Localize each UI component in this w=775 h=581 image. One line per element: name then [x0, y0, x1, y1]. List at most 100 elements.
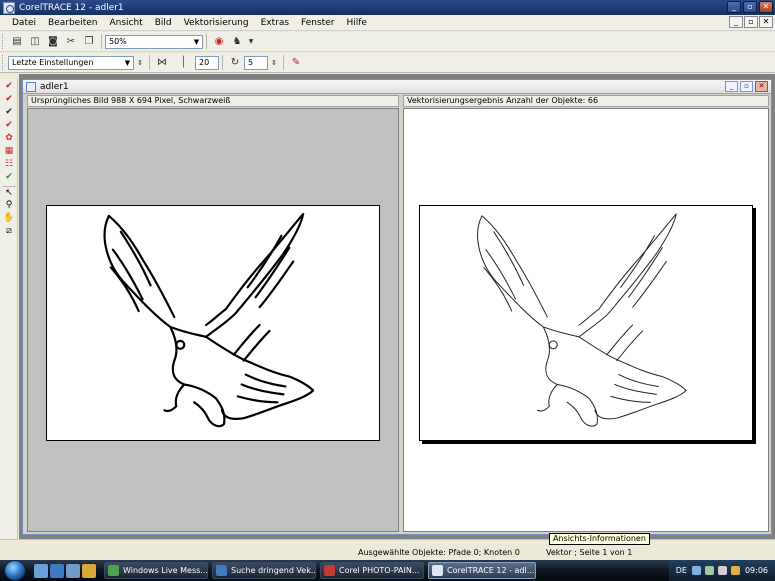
pen-icon[interactable]: ✎	[288, 55, 304, 71]
trace-method-icon[interactable]: ♞	[229, 34, 245, 50]
document-title-bar[interactable]: adler1 _ ▫ ✕	[23, 80, 771, 94]
zoom-select[interactable]: 50% ▼	[105, 34, 203, 49]
doc-minimize-button[interactable]: _	[725, 81, 738, 92]
trace-centerline-icon[interactable]: ✔	[2, 93, 16, 105]
preset-select[interactable]: Letzte Einstellungen ▼	[8, 55, 134, 70]
smoothing-icon[interactable]: ⋈	[154, 55, 170, 71]
iterations-value[interactable]: 5	[244, 55, 268, 70]
menu-bild[interactable]: Bild	[149, 18, 178, 28]
toolbar-grip[interactable]	[2, 55, 5, 70]
standard-toolbar: ▤ ◫ ◙ ✂ ❐ 50% ▼ ◉ ♞ ▼	[0, 32, 775, 52]
minimize-button[interactable]: _	[727, 1, 741, 13]
ie-icon	[216, 565, 227, 576]
vector-result-pane[interactable]	[403, 108, 769, 532]
mail-icon[interactable]	[66, 563, 80, 578]
spin-updown-icon[interactable]: ⇕	[135, 55, 145, 71]
eagle-vector-icon	[477, 213, 687, 427]
menu-datei[interactable]: Datei	[0, 18, 42, 28]
security-icon[interactable]	[730, 566, 740, 575]
zoom-value: 50%	[109, 37, 127, 46]
status-bar: Ausgewählte Objekte: Pfade 0; Knoten 0 V…	[0, 539, 775, 559]
folder-icon[interactable]	[82, 563, 96, 578]
document-icon	[26, 81, 36, 92]
toolbar-grip[interactable]	[2, 34, 5, 49]
window-title: CorelTRACE 12 - adler1	[19, 2, 124, 13]
help-icon[interactable]	[691, 566, 701, 575]
ie-icon[interactable]	[50, 563, 64, 578]
system-tray: DE 09:06	[668, 560, 775, 581]
trace-mosaic-icon[interactable]: ✿	[2, 132, 16, 144]
chevron-down-icon: ▼	[124, 58, 131, 67]
trace-ocr-icon[interactable]: ☷	[2, 158, 16, 170]
smoothing-value[interactable]: 20	[195, 55, 219, 70]
refresh-icon[interactable]: ↻	[227, 55, 243, 71]
trace-woodcut-icon[interactable]: ✔	[2, 106, 16, 118]
menu-ansicht[interactable]: Ansicht	[103, 18, 148, 28]
network-icon[interactable]	[704, 566, 714, 575]
menu-fenster[interactable]: Fenster	[295, 18, 340, 28]
task-windows-live-messenger[interactable]: Windows Live Mess...	[104, 562, 208, 579]
toolbar-separator	[283, 55, 284, 70]
menu-vektorisierung[interactable]: Vektorisierung	[178, 18, 255, 28]
start-button[interactable]	[4, 560, 26, 581]
cut-icon[interactable]: ✂	[63, 34, 79, 50]
copy-icon[interactable]: ❐	[81, 34, 97, 50]
tooltip: Ansichts-Informationen	[549, 533, 650, 545]
trace-sketch-icon[interactable]: ✔	[2, 119, 16, 131]
menu-extras[interactable]: Extras	[255, 18, 295, 28]
original-image-header: Ursprüngliches Bild 988 X 694 Pixel, Sch…	[27, 95, 399, 107]
toolbox: ✔ ✔ ✔ ✔ ✿ ▦ ☷ ✔ ↖ ⚲ ✋ ⧄	[0, 79, 18, 539]
original-eagle-image	[46, 205, 380, 441]
maximize-button[interactable]: ▫	[743, 1, 757, 13]
menu-bearbeiten[interactable]: Bearbeiten	[42, 18, 103, 28]
task-label: Corel PHOTO-PAIN...	[339, 566, 420, 575]
close-button[interactable]: ✕	[759, 1, 773, 13]
task-coreltrace[interactable]: CorelTRACE 12 - adl...	[428, 562, 536, 579]
messenger-icon	[108, 565, 119, 576]
toolbar-separator	[222, 55, 223, 70]
eraser-tool-icon[interactable]: ⧄	[2, 225, 16, 237]
acquire-icon[interactable]: ◫	[27, 34, 43, 50]
task-browser[interactable]: Suche dringend Vek...	[212, 562, 316, 579]
pick-tool-icon[interactable]: ↖	[2, 186, 16, 198]
mdi-close-button[interactable]: ✕	[759, 16, 773, 28]
save-icon[interactable]: ◙	[45, 34, 61, 50]
eagle-bitmap-icon	[103, 212, 315, 428]
task-photo-paint[interactable]: Corel PHOTO-PAIN...	[320, 562, 424, 579]
language-indicator[interactable]: DE	[676, 566, 687, 575]
clock[interactable]: 09:06	[745, 566, 768, 575]
menu-bar: Datei Bearbeiten Ansicht Bild Vektorisie…	[0, 15, 775, 31]
show-desktop-icon[interactable]	[34, 563, 48, 578]
trace-outline-icon[interactable]: ✔	[2, 80, 16, 92]
mdi-restore-button[interactable]: ▫	[744, 16, 758, 28]
toolbar-separator	[101, 34, 102, 49]
document-title: adler1	[40, 81, 69, 92]
vector-eagle-image	[419, 205, 753, 441]
trace-icon[interactable]: ◉	[211, 34, 227, 50]
taskbar: Windows Live Mess... Suche dringend Vek.…	[0, 560, 775, 581]
doc-close-button[interactable]: ✕	[755, 81, 768, 92]
open-icon[interactable]: ▤	[9, 34, 25, 50]
trace-advanced-icon[interactable]: ✔	[2, 171, 16, 183]
preset-value: Letzte Einstellungen	[12, 58, 94, 67]
hand-tool-icon[interactable]: ✋	[2, 212, 16, 224]
selected-objects-status: Ausgewählte Objekte: Pfade 0; Knoten 0	[358, 548, 520, 557]
toolbar-separator	[206, 34, 207, 49]
chevron-down-icon[interactable]: ▼	[247, 34, 255, 50]
coreltrace-icon	[432, 565, 443, 576]
title-bar: CorelTRACE 12 - adler1 _ ▫ ✕	[0, 0, 775, 15]
quick-launch	[34, 563, 96, 578]
property-toolbar: Letzte Einstellungen ▼ ⇕ ⋈ ▕ 20 ↻ 5 ⇕ ✎	[0, 53, 775, 73]
chevron-down-icon: ▼	[193, 37, 200, 46]
slider-icon[interactable]: ▕	[172, 55, 188, 71]
task-label: Suche dringend Vek...	[231, 566, 316, 575]
vector-result-header: Vektorisierungsergebnis Anzahl der Objek…	[403, 95, 769, 107]
volume-icon[interactable]	[717, 566, 727, 575]
trace-3d-mosaic-icon[interactable]: ▦	[2, 145, 16, 157]
zoom-tool-icon[interactable]: ⚲	[2, 199, 16, 211]
spin-updown-icon[interactable]: ⇕	[269, 55, 279, 71]
mdi-minimize-button[interactable]: _	[729, 16, 743, 28]
doc-restore-button[interactable]: ▫	[740, 81, 753, 92]
original-image-pane[interactable]	[27, 108, 399, 532]
menu-hilfe[interactable]: Hilfe	[340, 18, 372, 28]
